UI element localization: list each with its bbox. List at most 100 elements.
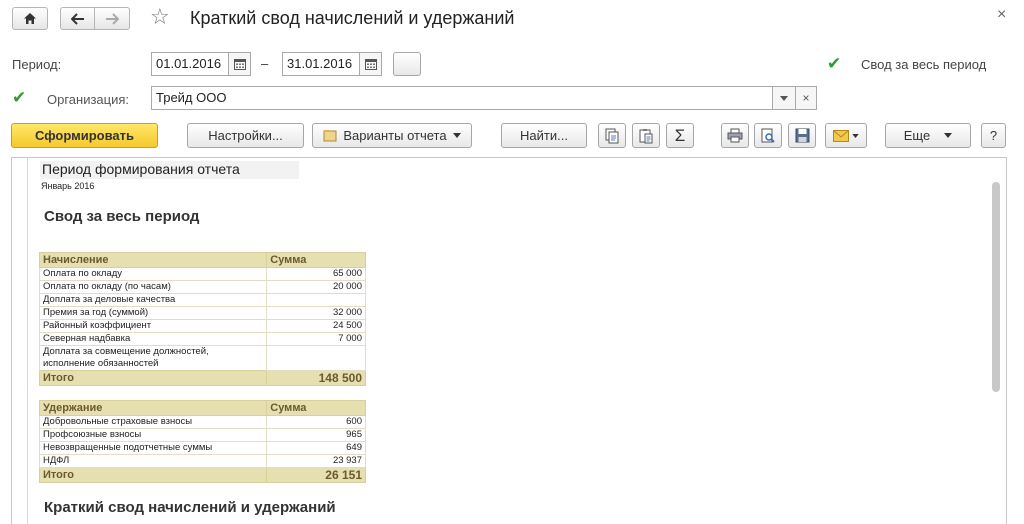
whole-period-checkbox[interactable]: ✔ [827, 55, 841, 73]
accruals-table: Начисление Сумма Оплата по окладу 65 000 … [38, 252, 366, 386]
date-to-calendar-button[interactable] [360, 52, 382, 76]
scrollbar[interactable] [992, 176, 1002, 524]
forward-button[interactable] [94, 7, 130, 30]
deductions-table: Удержание Сумма Добровольные страховые в… [38, 400, 366, 483]
organization-label: Организация: [47, 92, 130, 107]
dropdown-arrow-icon [780, 95, 788, 101]
accrual-name: Районный коэффициент [38, 319, 268, 333]
report-period-value: Январь 2016 [41, 181, 95, 191]
report-variants-button[interactable]: Варианты отчета [312, 123, 472, 148]
organization-dropdown-button[interactable] [773, 86, 796, 110]
accrual-name-line1: Доплата за совмещение должностей, [43, 346, 209, 357]
deduction-amount: 965 [266, 428, 366, 442]
period-dash: – [261, 56, 269, 71]
accruals-total-value: 148 500 [266, 370, 366, 386]
table-row: Оплата по окладу 65 000 [38, 267, 366, 281]
home-button[interactable] [12, 7, 48, 30]
copy-icon [605, 128, 619, 143]
accruals-total-label: Итого [38, 370, 268, 386]
paste-icon [639, 128, 653, 143]
date-from-input[interactable]: 01.01.2016 [151, 52, 229, 76]
accrual-name: Доплата за деловые качества [38, 293, 268, 307]
table-row: Профсоюзные взносы 965 [38, 428, 366, 442]
print-icon [727, 128, 743, 143]
organization-input[interactable]: Трейд ООО [151, 86, 773, 110]
summary-heading: Свод за весь период [44, 208, 200, 225]
report-period-title: Период формирования отчета [40, 161, 299, 179]
help-button[interactable]: ? [981, 123, 1006, 148]
accrual-amount: 24 500 [266, 319, 366, 333]
back-arrow-icon [70, 12, 84, 25]
deductions-header-name: Удержание [38, 400, 268, 416]
deduction-name: Добровольные страховые взносы [38, 415, 268, 429]
mail-icon [833, 129, 849, 142]
deduction-amount: 649 [266, 441, 366, 455]
scrollbar-thumb[interactable] [992, 182, 1000, 392]
print-button[interactable] [721, 123, 749, 148]
sum-icon: Σ [674, 125, 686, 145]
table-row: Северная надбавка 7 000 [38, 332, 366, 346]
home-icon [24, 13, 36, 24]
deduction-name: Профсоюзные взносы [38, 428, 268, 442]
save-button[interactable] [788, 123, 816, 148]
close-icon[interactable]: × [997, 6, 1006, 24]
period-picker-button[interactable] [393, 52, 421, 76]
whole-period-label: Свод за весь период [861, 57, 987, 72]
accrual-name: Оплата по окладу (по часам) [38, 280, 268, 294]
more-button[interactable]: Еще [885, 123, 971, 148]
calendar-icon [364, 58, 377, 70]
settings-button[interactable]: Настройки... [187, 123, 304, 148]
preview-icon [761, 128, 775, 143]
accrual-name: Премия за год (суммой) [38, 306, 268, 320]
deductions-total-label: Итого [38, 467, 268, 483]
sum-button[interactable]: Σ [666, 123, 694, 148]
accrual-amount [266, 293, 366, 307]
report-variants-icon [323, 130, 337, 142]
table-total-row: Итого 148 500 [38, 370, 366, 386]
date-to-input[interactable]: 31.01.2016 [282, 52, 360, 76]
deductions-header-amount: Сумма [266, 400, 366, 416]
deduction-amount: 600 [266, 415, 366, 429]
dropdown-arrow-icon [944, 133, 953, 138]
second-heading: Краткий свод начислений и удержаний [44, 499, 336, 516]
copy-button[interactable] [598, 123, 626, 148]
accruals-header-name: Начисление [38, 252, 268, 268]
back-button[interactable] [60, 7, 95, 30]
table-row: Добровольные страховые взносы 600 [38, 415, 366, 429]
accrual-amount: 32 000 [266, 306, 366, 320]
organization-clear-button[interactable]: × [796, 86, 817, 110]
table-row: Районный коэффициент 24 500 [38, 319, 366, 333]
report-gutter [27, 158, 28, 524]
accruals-header-amount: Сумма [266, 252, 366, 268]
table-header-row: Удержание Сумма [38, 400, 366, 416]
accrual-name: Доплата за совмещение должностей, исполне… [38, 345, 268, 371]
table-row: Доплата за деловые качества [38, 293, 366, 307]
preview-button[interactable] [754, 123, 782, 148]
paste-button[interactable] [632, 123, 660, 148]
find-button[interactable]: Найти... [501, 123, 587, 148]
page-title: Краткий свод начислений и удержаний [190, 8, 515, 28]
accrual-amount: 20 000 [266, 280, 366, 294]
organization-checkbox[interactable]: ✔ [12, 89, 26, 107]
table-row: НДФЛ 23 937 [38, 454, 366, 468]
deduction-amount: 23 937 [266, 454, 366, 468]
table-row: Доплата за совмещение должностей, исполне… [38, 345, 366, 371]
dropdown-arrow-icon [452, 133, 461, 138]
clear-icon: × [802, 91, 810, 105]
star-icon[interactable]: ☆ [150, 5, 170, 29]
period-label: Период: [12, 57, 62, 72]
send-mail-button[interactable] [825, 123, 867, 148]
deduction-name: Невозвращенные подотчетные суммы [38, 441, 268, 455]
generate-button[interactable]: Сформировать [11, 123, 158, 148]
table-total-row: Итого 26 151 [38, 467, 366, 483]
table-header-row: Начисление Сумма [38, 252, 366, 268]
deduction-name: НДФЛ [38, 454, 268, 468]
accrual-name: Северная надбавка [38, 332, 268, 346]
table-row: Премия за год (суммой) 32 000 [38, 306, 366, 320]
report-area[interactable]: Период формирования отчета Январь 2016 С… [11, 157, 1007, 524]
dropdown-arrow-icon [852, 133, 859, 138]
accrual-name: Оплата по окладу [38, 267, 268, 281]
deductions-total-value: 26 151 [266, 467, 366, 483]
date-from-calendar-button[interactable] [229, 52, 251, 76]
more-label: Еще [903, 128, 931, 143]
